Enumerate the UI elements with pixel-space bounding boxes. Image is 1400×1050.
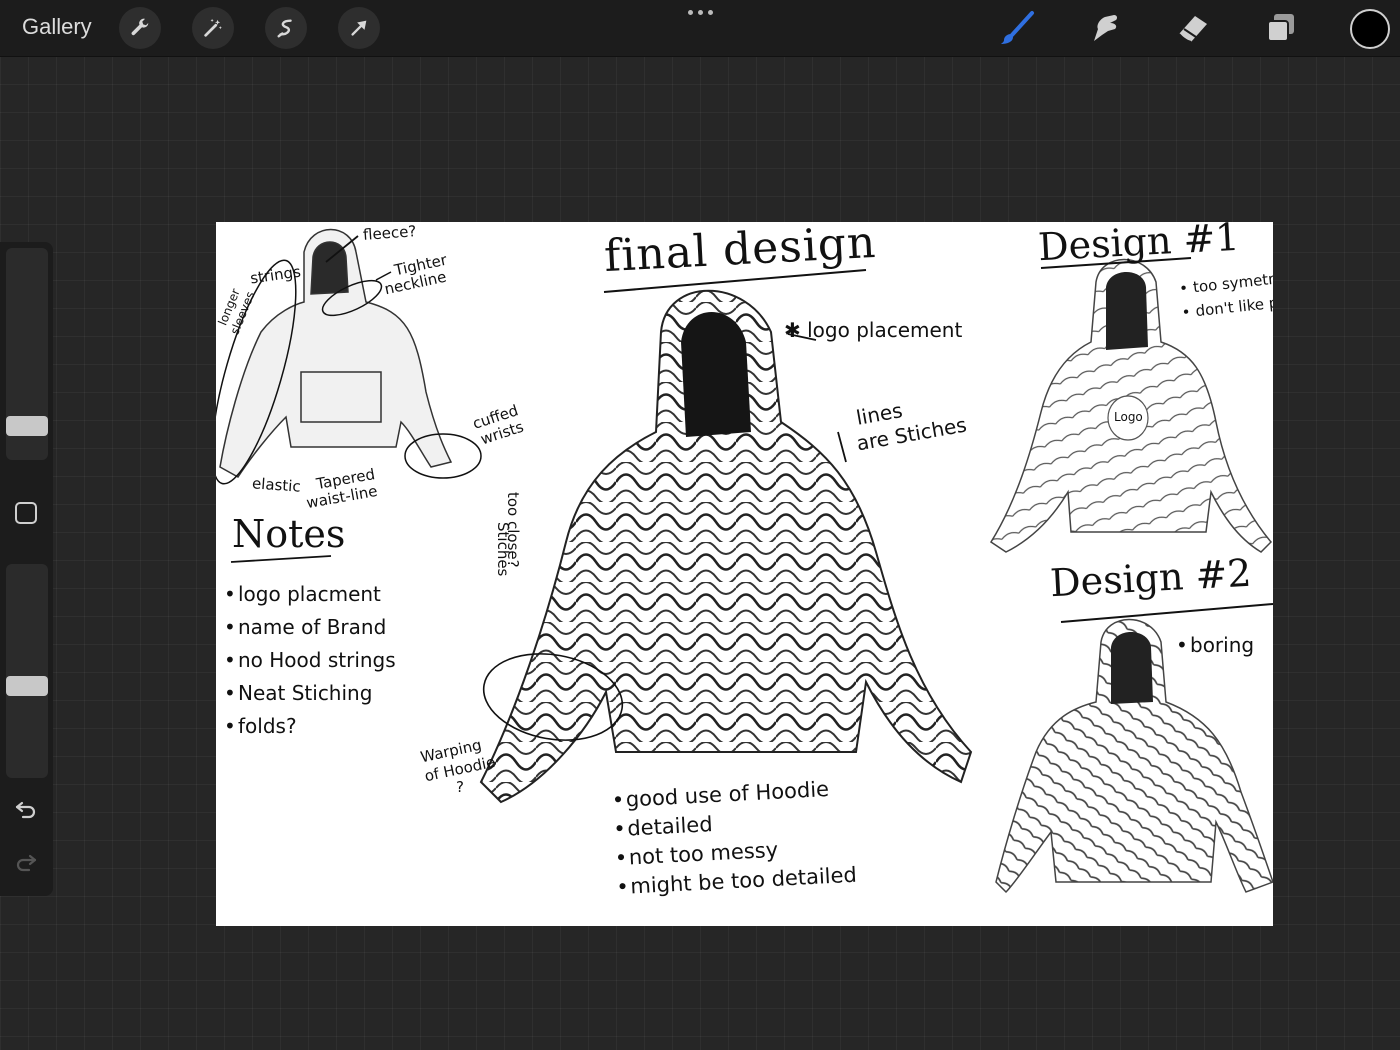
annotation-fleece: fleece? [362, 222, 417, 244]
brush-size-slider[interactable] [6, 248, 48, 460]
annotation-elastic: elastic [251, 474, 302, 496]
modify-button[interactable] [15, 502, 37, 524]
undo-icon [15, 801, 36, 819]
transform-button[interactable] [338, 7, 380, 49]
eraser-tool[interactable] [1173, 8, 1213, 48]
layers-icon [1267, 14, 1294, 42]
opacity-slider[interactable] [6, 564, 48, 778]
design1-logo-label: Logo [1114, 410, 1143, 424]
wrench-icon [131, 18, 149, 36]
eraser-icon [1178, 16, 1207, 43]
dot-icon [697, 10, 703, 15]
drawing-canvas[interactable]: fleece? strings Tighter neckline longer … [216, 222, 1273, 926]
list-item: logo placment [224, 578, 396, 611]
list-item: folds? [224, 710, 396, 743]
logo-placement-label: logo placement [807, 318, 963, 342]
list-item: no Hood strings [224, 644, 396, 677]
transform-icon [351, 20, 367, 36]
selection-icon [277, 19, 292, 38]
opacity-thumb[interactable] [6, 676, 48, 696]
top-toolbar: Gallery [0, 0, 1400, 57]
adjustments-button[interactable] [192, 7, 234, 49]
color-picker-button[interactable] [1350, 9, 1390, 49]
dot-icon [687, 10, 693, 15]
gallery-button[interactable]: Gallery [22, 14, 92, 40]
undo-button[interactable] [12, 795, 40, 823]
layers-tool[interactable] [1261, 8, 1301, 48]
annotation-question: ? [456, 778, 464, 796]
brush-size-thumb[interactable] [6, 416, 48, 436]
dot-icon [707, 10, 713, 15]
redo-button[interactable] [12, 848, 40, 876]
more-options-button[interactable] [684, 10, 716, 22]
brush-tool[interactable] [997, 8, 1037, 48]
magic-wand-icon [204, 18, 222, 37]
annotation-logo-placement: ✱ logo placement [784, 318, 963, 342]
annotation-too-close: too close? [504, 492, 522, 568]
final-design-notes: good use of Hoodie detailed not too mess… [611, 774, 857, 902]
selection-button[interactable] [265, 7, 307, 49]
list-item: Neat Stiching [224, 677, 396, 710]
final-hoodie [479, 289, 973, 804]
actions-button[interactable] [119, 7, 161, 49]
notes-list: logo placment name of Brand no Hood stri… [224, 578, 396, 743]
notes-title: Notes [232, 512, 346, 556]
design2-hoodie [995, 618, 1273, 894]
smudge-icon [1094, 15, 1118, 41]
left-sidebar [0, 242, 53, 896]
brush-icon [1001, 11, 1034, 44]
smudge-tool[interactable] [1085, 8, 1125, 48]
redo-icon [16, 854, 37, 872]
list-item: name of Brand [224, 611, 396, 644]
design2-notes: boring [1176, 632, 1254, 658]
list-item: boring [1176, 632, 1254, 658]
